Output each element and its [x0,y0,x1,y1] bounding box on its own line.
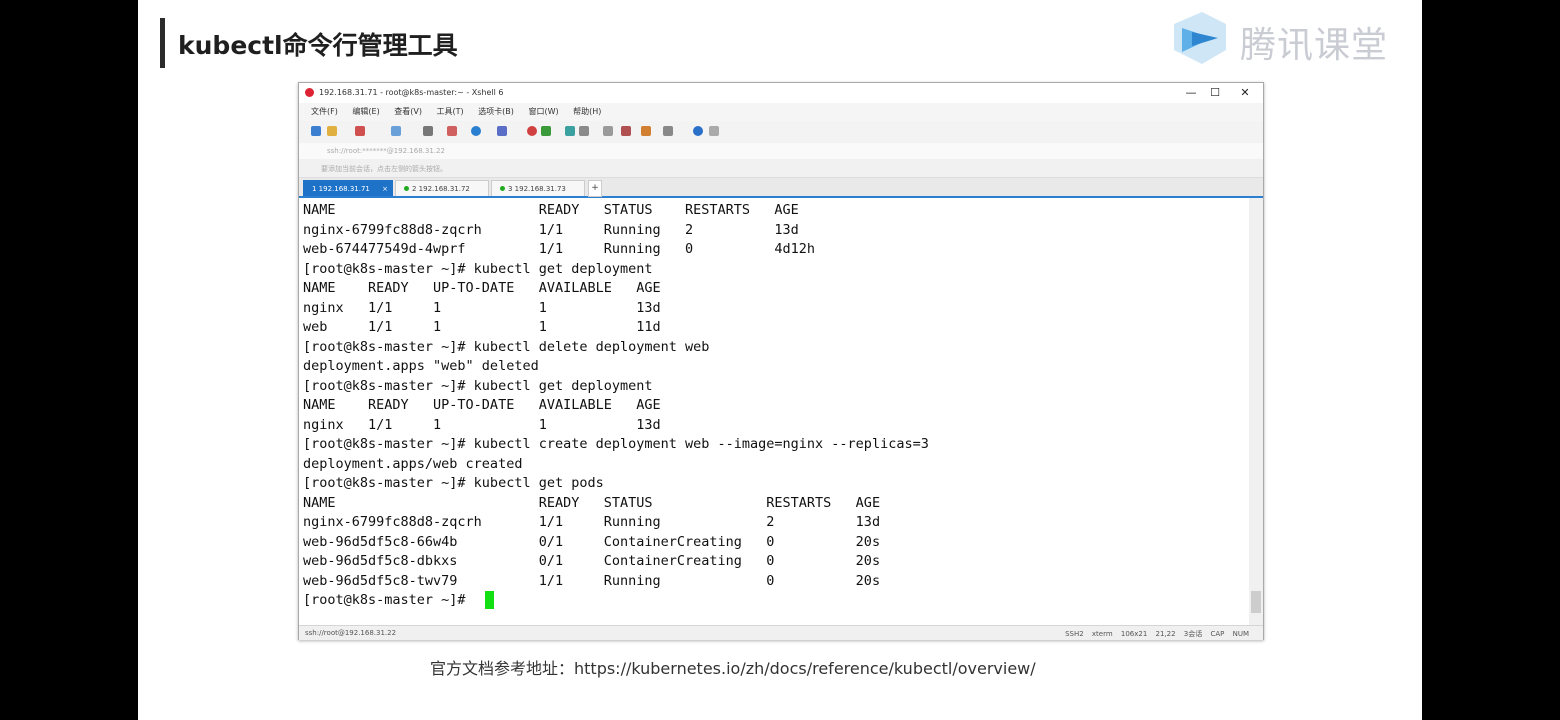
compose-icon[interactable] [641,126,651,136]
xshell-app-icon [305,88,314,97]
terminal-line: deployment.apps "web" deleted [303,358,539,374]
maximize-button[interactable]: ☐ [1203,85,1227,101]
notice-text: 要添加当前会话，点击左侧的箭头按钮。 [321,165,447,173]
address-text: ssh://root:*******@192.168.31.22 [327,147,445,155]
terminal-line: [root@k8s-master ~]# kubectl get pods [303,475,604,491]
fullscreen-icon[interactable] [565,126,575,136]
globe-icon[interactable] [471,126,481,136]
pen-icon[interactable] [621,126,631,136]
transfer-icon[interactable] [447,126,457,136]
menu-window[interactable]: 窗口(W) [528,103,558,121]
status-info: SSH2 xterm 106x21 21,22 3会话 CAP NUM [1065,630,1249,638]
tab-label: 1 192.168.31.71 [312,185,370,193]
terminal-line: [root@k8s-master ~]# kubectl create depl… [303,436,929,452]
vertical-scrollbar[interactable] [1249,198,1263,625]
layout-icon[interactable] [663,126,673,136]
tab-label: 3 192.168.31.73 [508,185,566,193]
terminal-line: [root@k8s-master ~]# [303,592,474,608]
connected-dot-icon [404,186,409,191]
terminal-line: NAME READY STATUS RESTARTS AGE [303,494,881,511]
status-connection: ssh://root@192.168.31.22 [305,629,397,637]
connected-dot-icon [500,186,505,191]
tab-close-icon[interactable]: × [382,181,388,197]
session-tab-bar: 1 192.168.31.71 × 2 192.168.31.72 3 192.… [299,178,1263,198]
terminal-line: NAME READY UP-TO-DATE AVAILABLE AGE [303,397,661,413]
lock-icon[interactable] [579,126,589,136]
slide: kubectl命令行管理工具 腾讯课堂 192.168.31.71 - root… [138,0,1422,720]
terminal-line: [root@k8s-master ~]# kubectl get deploym… [303,260,653,277]
toolbar [299,121,1263,144]
menu-help[interactable]: 帮助(H) [573,103,601,121]
session-notice-bar: 要添加当前会话，点击左侧的箭头按钮。 [299,159,1263,178]
script-icon[interactable] [541,126,551,136]
menu-view[interactable]: 查看(V) [394,103,422,121]
minimize-button[interactable]: — [1179,85,1203,101]
new-session-icon[interactable] [311,126,321,136]
status-bar: ssh://root@192.168.31.22 SSH2 xterm 106x… [299,625,1263,640]
terminal-line: NAME READY UP-TO-DATE AVAILABLE AGE [303,280,661,296]
logo-text: 腾讯课堂 [1240,25,1389,66]
menu-edit[interactable]: 编辑(E) [352,103,379,121]
close-button[interactable]: ✕ [1233,85,1257,101]
menu-tab[interactable]: 选项卡(B) [478,103,514,121]
keyboard-icon[interactable] [603,126,613,136]
terminal-line: [root@k8s-master ~]# kubectl get deploym… [303,377,653,394]
terminal-line: web 1/1 1 1 11d [303,319,661,335]
address-bar[interactable]: ssh://root:*******@192.168.31.22 [299,143,1263,160]
record-icon[interactable] [527,126,537,136]
terminal-line: web-674477549d-4wprf 1/1 Running 0 4d12h [303,241,816,257]
search-icon[interactable] [423,126,433,136]
terminal-line: nginx-6799fc88d8-zqcrh 1/1 Running 2 13d [303,514,881,530]
window-titlebar[interactable]: 192.168.31.71 - root@k8s-master:~ - Xshe… [299,83,1263,103]
terminal-text: NAME READY STATUS RESTARTS AGE nginx-679… [303,201,929,611]
font-icon[interactable] [497,126,507,136]
play-logo-icon [1174,12,1226,64]
terminal-line: web-96d5df5c8-dbkxs 0/1 ContainerCreatin… [303,553,881,569]
terminal-line: nginx 1/1 1 1 13d [303,416,661,433]
menu-file[interactable]: 文件(F) [311,103,338,121]
terminal-line: [root@k8s-master ~]# kubectl delete depl… [303,338,710,355]
terminal-line: web-96d5df5c8-66w4b 0/1 ContainerCreatin… [303,533,881,550]
terminal-cursor [485,591,494,609]
xshell-window: 192.168.31.71 - root@k8s-master:~ - Xshe… [298,82,1264,640]
docs-reference-link[interactable]: 官方文档参考地址：https://kubernetes.io/zh/docs/r… [430,655,1036,679]
open-folder-icon[interactable] [327,126,337,136]
terminal-line: web-96d5df5c8-twv79 1/1 Running 0 20s [303,572,881,589]
menu-bar: 文件(F) 编辑(E) 查看(V) 工具(T) 选项卡(B) 窗口(W) 帮助(… [299,103,1263,121]
terminal-line: nginx 1/1 1 1 13d [303,299,661,316]
slide-title: kubectl命令行管理工具 [178,31,458,60]
add-tab-button[interactable]: + [588,180,602,197]
help-icon[interactable] [693,126,703,136]
title-accent-bar [160,18,165,68]
reconnect-icon[interactable] [391,126,401,136]
tab-session-3[interactable]: 3 192.168.31.73 [491,180,585,196]
scrollbar-thumb[interactable] [1251,591,1261,613]
menu-lines-icon[interactable] [709,126,719,136]
terminal-output[interactable]: NAME READY STATUS RESTARTS AGE nginx-679… [299,198,1249,625]
window-title: 192.168.31.71 - root@k8s-master:~ - Xshe… [319,88,504,97]
terminal-line: deployment.apps/web created [303,455,523,472]
terminal-line: nginx-6799fc88d8-zqcrh 1/1 Running 2 13d [303,221,799,238]
tab-label: 2 192.168.31.72 [412,185,470,193]
tab-session-1[interactable]: 1 192.168.31.71 × [303,180,393,196]
terminal-line: NAME READY STATUS RESTARTS AGE [303,202,799,218]
tencent-classroom-logo: 腾讯课堂 [1168,10,1388,70]
disconnect-icon[interactable] [355,126,365,136]
menu-tools[interactable]: 工具(T) [437,103,464,121]
tab-session-2[interactable]: 2 192.168.31.72 [395,180,489,196]
